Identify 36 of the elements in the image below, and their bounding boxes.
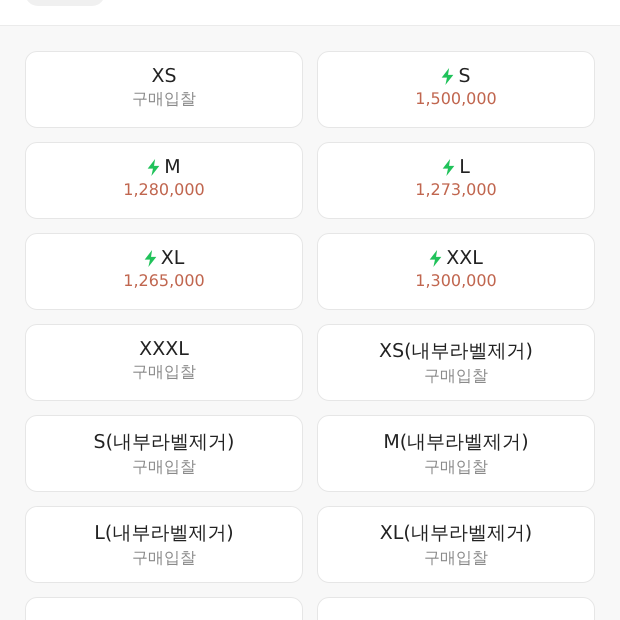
size-option[interactable]: XXL 1,300,000: [317, 233, 595, 310]
size-label: M: [164, 156, 181, 178]
size-option[interactable]: S(내부라벨제거) 구매입찰: [25, 415, 303, 492]
size-option[interactable]: XS(내부라벨제거) 구매입찰: [317, 324, 595, 401]
size-option[interactable]: S 1,500,000: [317, 51, 595, 128]
size-label: XS: [151, 65, 177, 87]
size-label: XL(내부라벨제거): [380, 521, 532, 546]
size-option[interactable]: XL 1,265,000: [25, 233, 303, 310]
size-label: XL: [160, 247, 184, 269]
price-text: 1,500,000: [415, 89, 497, 108]
size-option[interactable]: L(내부라벨제거) 구매입찰: [25, 506, 303, 583]
size-label: S(내부라벨제거): [94, 430, 234, 455]
size-option[interactable]: L 1,273,000: [317, 142, 595, 219]
price-text: 1,280,000: [123, 180, 205, 199]
size-label: XXL: [446, 247, 483, 269]
size-option[interactable]: M(내부라벨제거) 구매입찰: [317, 415, 595, 492]
bid-label: 구매입찰: [132, 362, 196, 383]
size-label: L: [459, 156, 470, 178]
size-option[interactable]: XXXL 구매입찰: [25, 324, 303, 401]
size-option[interactable]: XS 구매입찰: [25, 51, 303, 128]
price-text: 1,273,000: [415, 180, 497, 199]
size-label: M(내부라벨제거): [383, 430, 529, 455]
bid-label: 구매입찰: [132, 457, 196, 478]
size-label: S: [458, 65, 471, 87]
size-option[interactable]: XL(내부라벨제거) 구매입찰: [317, 506, 595, 583]
bid-label: 구매입찰: [424, 457, 488, 478]
bid-label: 구매입찰: [132, 89, 196, 110]
price-text: 1,265,000: [123, 271, 205, 290]
size-label: XXXL: [139, 338, 189, 360]
size-option[interactable]: M 1,280,000: [25, 142, 303, 219]
size-label: XS(내부라벨제거): [379, 339, 533, 364]
price-text: 1,300,000: [415, 271, 497, 290]
size-label: L(내부라벨제거): [94, 521, 234, 546]
bid-label: 구매입찰: [424, 366, 488, 387]
bid-label: 구매입찰: [132, 548, 196, 569]
bid-label: 구매입찰: [424, 548, 488, 569]
